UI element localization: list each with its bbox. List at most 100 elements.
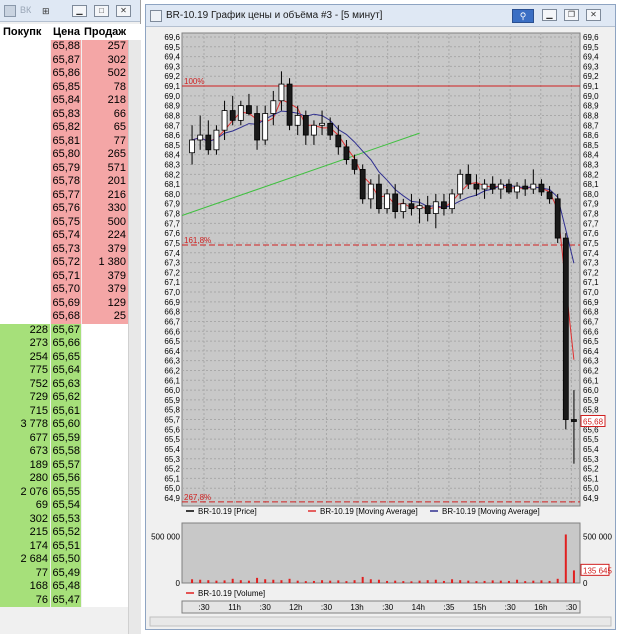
time-tick: 13h	[350, 603, 363, 612]
bid-row-sell	[82, 364, 128, 378]
ask-row[interactable]: 65,76 330	[0, 202, 141, 216]
chart-close-button[interactable]: ✕	[586, 9, 601, 21]
bid-row[interactable]: 2 076 65,55	[0, 485, 141, 499]
bid-row[interactable]: 189 65,57	[0, 458, 141, 472]
time-tick: :30	[260, 603, 272, 612]
price-tick-left: 67,8	[164, 210, 180, 219]
header-buy[interactable]: Покупк	[3, 26, 41, 38]
ask-row[interactable]: 65,72 1 380	[0, 256, 141, 270]
price-tick-left: 67,4	[164, 249, 180, 258]
bid-row[interactable]: 752 65,63	[0, 377, 141, 391]
bid-row-sell	[82, 593, 128, 607]
bid-row[interactable]: 168 65,48	[0, 580, 141, 594]
bid-row[interactable]: 228 65,67	[0, 323, 141, 337]
price-tick-right: 67,0	[583, 288, 599, 297]
candle-body	[359, 169, 366, 200]
ask-row[interactable]: 65,80 265	[0, 148, 141, 162]
bid-row[interactable]: 174 65,51	[0, 539, 141, 553]
ask-row[interactable]: 65,71 379	[0, 269, 141, 283]
bid-row[interactable]: 76 65,47	[0, 593, 141, 607]
bid-row[interactable]: 77 65,49	[0, 566, 141, 580]
candle-body	[465, 173, 472, 185]
ask-row-buy	[0, 94, 50, 108]
ask-row[interactable]: 65,81 77	[0, 134, 141, 148]
ask-row[interactable]: 65,88 257	[0, 40, 141, 54]
ask-row[interactable]: 65,84 218	[0, 94, 141, 108]
bid-row-buy: 174	[0, 539, 50, 553]
bid-row[interactable]: 729 65,62	[0, 391, 141, 405]
bid-row-sell	[82, 350, 128, 364]
orderbook-scrollbar[interactable]	[128, 40, 141, 634]
candle-body	[392, 193, 399, 212]
bid-row-sell	[82, 499, 128, 513]
price-tick-left: 65,2	[164, 465, 180, 474]
ask-row[interactable]: 65,74 224	[0, 229, 141, 243]
bid-row[interactable]: 254 65,65	[0, 350, 141, 364]
ask-row-sell: 66	[82, 107, 128, 121]
bid-row-price: 65,63	[51, 377, 81, 391]
chart-restore-button[interactable]: ❐	[564, 9, 579, 21]
price-tick-left: 66,9	[164, 298, 180, 307]
price-tick-right: 65,8	[583, 406, 599, 415]
ask-row[interactable]: 65,87 302	[0, 53, 141, 67]
price-tick-left: 69,3	[164, 62, 180, 71]
ask-row[interactable]: 65,78 201	[0, 175, 141, 189]
maximize-button[interactable]: □	[94, 5, 109, 17]
price-tick-right: 68,5	[583, 141, 599, 150]
bid-row[interactable]: 2 684 65,50	[0, 553, 141, 567]
candle-body	[286, 83, 293, 126]
price-tick-left: 66,6	[164, 327, 180, 336]
bid-row-buy: 677	[0, 431, 50, 445]
ask-row[interactable]: 65,77 216	[0, 188, 141, 202]
bid-row[interactable]: 69 65,54	[0, 499, 141, 513]
orderbook-window: ВК ⊞ ▁ □ ✕ Покупк Цена Продаж 65,88 257 65…	[0, 0, 141, 634]
bid-row[interactable]: 215 65,52	[0, 526, 141, 540]
bid-row[interactable]: 775 65,64	[0, 364, 141, 378]
price-tick-left: 65,5	[164, 435, 180, 444]
bid-row[interactable]: 3 778 65,60	[0, 418, 141, 432]
ask-row[interactable]: 65,86 502	[0, 67, 141, 81]
ask-row[interactable]: 65,75 500	[0, 215, 141, 229]
ask-row[interactable]: 65,79 571	[0, 161, 141, 175]
price-tick-left: 65,0	[164, 484, 180, 493]
ask-row[interactable]: 65,73 379	[0, 242, 141, 256]
bid-row-price: 65,61	[51, 404, 81, 418]
ask-row[interactable]: 65,82 65	[0, 121, 141, 135]
ask-row-price: 65,78	[51, 175, 81, 189]
ask-row-price: 65,68	[51, 310, 81, 324]
grid-icon[interactable]: ⊞	[42, 6, 50, 17]
ask-row-price: 65,81	[51, 134, 81, 148]
bid-row-price: 65,52	[51, 526, 81, 540]
chart-area[interactable]: 69,6 69,669,5 69,569,4 69,469,3 69,369,2 69,2…	[146, 27, 615, 629]
minimize-button[interactable]: ▁	[72, 5, 87, 17]
chart-titlebar[interactable]: BR-10.19 График цены и объёма #3 - [5 ми…	[146, 5, 615, 27]
bid-row[interactable]: 280 65,56	[0, 472, 141, 486]
candle-body	[530, 183, 537, 190]
chart-minimize-button[interactable]: ▁	[542, 9, 557, 21]
ask-row[interactable]: 65,83 66	[0, 107, 141, 121]
close-button[interactable]: ✕	[116, 5, 131, 17]
bid-row-sell	[82, 553, 128, 567]
bid-row[interactable]: 273 65,66	[0, 337, 141, 351]
bid-row[interactable]: 715 65,61	[0, 404, 141, 418]
header-sell[interactable]: Продаж	[84, 26, 126, 38]
ask-row-price: 65,80	[51, 148, 81, 162]
ask-row-buy	[0, 242, 50, 256]
header-price[interactable]: Цена	[53, 26, 80, 38]
link-icon[interactable]: ⚲	[512, 9, 534, 23]
ask-row[interactable]: 65,70 379	[0, 283, 141, 297]
ask-row[interactable]: 65,85 78	[0, 80, 141, 94]
bid-row-price: 65,56	[51, 472, 81, 486]
bid-row[interactable]: 302 65,53	[0, 512, 141, 526]
time-tick: :30	[505, 603, 517, 612]
fib-level-label: 100%	[184, 77, 204, 86]
bid-row[interactable]: 673 65,58	[0, 445, 141, 459]
ask-row[interactable]: 65,68 25	[0, 310, 141, 324]
orderbook-titlebar[interactable]: ВК ⊞ ▁ □ ✕	[0, 0, 140, 22]
price-tick-right: 65,5	[583, 435, 599, 444]
bid-row[interactable]: 677 65,59	[0, 431, 141, 445]
ask-row[interactable]: 65,69 129	[0, 296, 141, 310]
ask-row-sell: 257	[82, 40, 128, 54]
volume-tick-left: 0	[176, 579, 181, 588]
price-tick-right: 64,9	[583, 494, 599, 503]
